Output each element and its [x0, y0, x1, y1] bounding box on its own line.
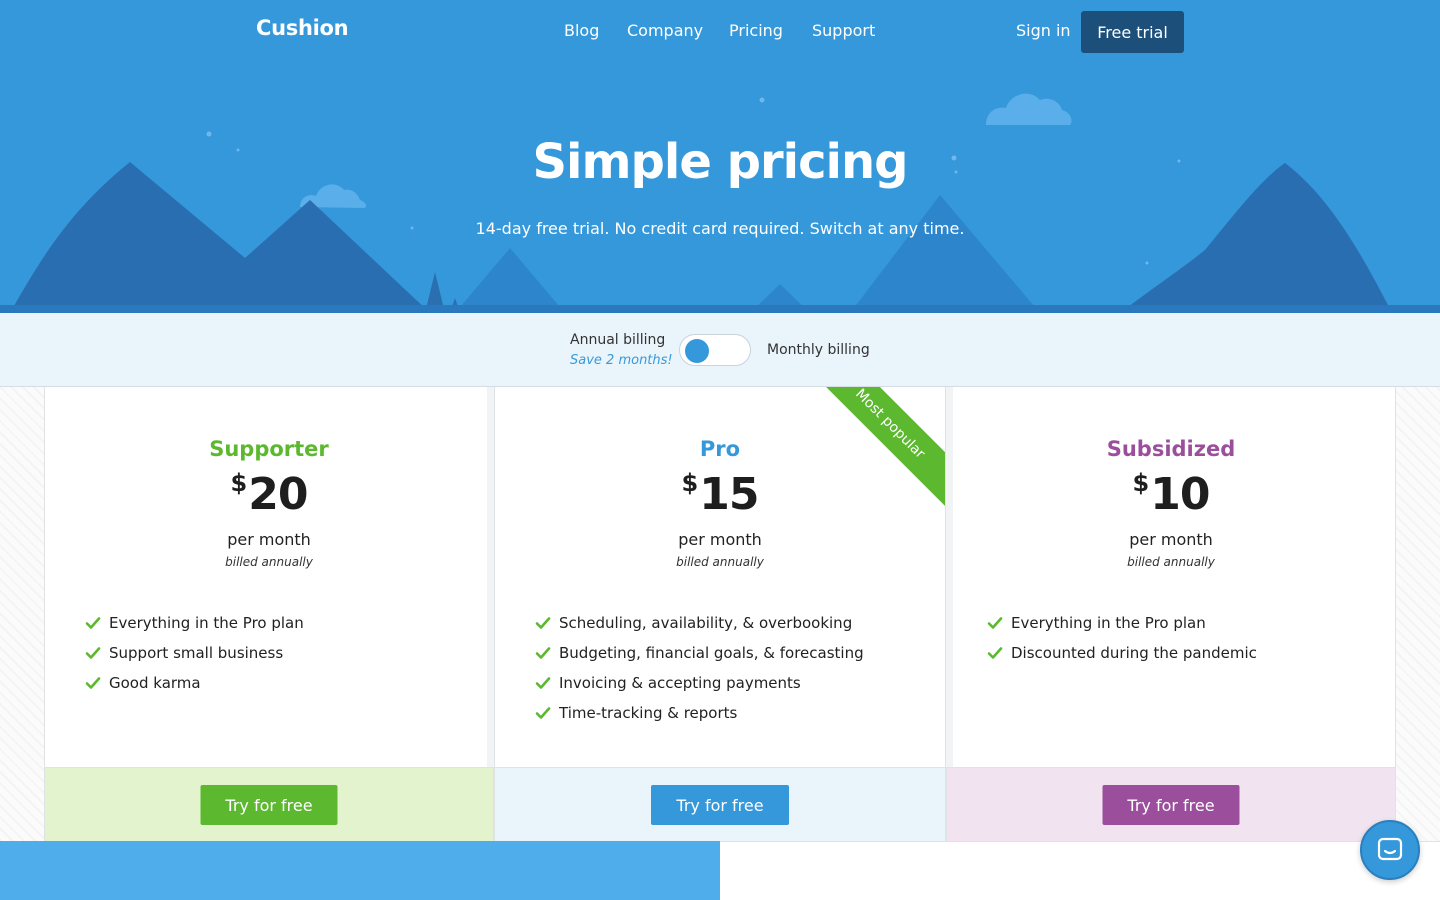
monthly-billing-label[interactable]: Monthly billing: [767, 342, 870, 358]
feature-text: Invoicing & accepting payments: [559, 674, 801, 692]
feature-item: Invoicing & accepting payments: [535, 671, 864, 701]
page-subtitle: 14-day free trial. No credit card requir…: [475, 219, 965, 238]
card-divider: [487, 387, 494, 767]
nav-pricing[interactable]: Pricing: [729, 21, 783, 40]
toggle-knob[interactable]: [685, 339, 709, 363]
feature-list: Scheduling, availability, & overbooking …: [535, 611, 864, 731]
check-icon: [987, 647, 1003, 659]
try-for-free-button-subsidized[interactable]: Try for free: [1102, 785, 1240, 825]
nav-support[interactable]: Support: [812, 21, 875, 40]
check-icon: [85, 617, 101, 629]
check-icon: [535, 677, 551, 689]
hero-section: Cushion Blog Company Pricing Support Sig…: [0, 0, 1440, 313]
card-footer: Try for free: [45, 767, 493, 841]
feature-item: Support small business: [85, 641, 304, 671]
feature-item: Everything in the Pro plan: [85, 611, 304, 641]
feature-text: Budgeting, financial goals, & forecastin…: [559, 644, 864, 662]
feature-item: Discounted during the pandemic: [987, 641, 1257, 671]
plan-card-pro: Most popular Pro $15 per month billed an…: [494, 387, 946, 841]
feature-text: Everything in the Pro plan: [1011, 614, 1206, 632]
plan-price: $10: [947, 469, 1395, 520]
plan-name: Subsidized: [1106, 437, 1236, 461]
card-footer: Try for free: [947, 767, 1395, 841]
price-amount: 20: [248, 469, 308, 520]
feature-text: Scheduling, availability, & overbooking: [559, 614, 853, 632]
page-title: Simple pricing: [532, 134, 908, 190]
feature-text: Time-tracking & reports: [559, 704, 738, 722]
try-for-free-button-supporter[interactable]: Try for free: [200, 785, 338, 825]
feature-item: Budgeting, financial goals, & forecastin…: [535, 641, 864, 671]
plan-price: $15: [495, 469, 945, 520]
card-divider: [946, 387, 953, 767]
feature-item: Time-tracking & reports: [535, 701, 864, 731]
check-icon: [535, 617, 551, 629]
free-trial-button[interactable]: Free trial: [1081, 11, 1184, 53]
check-icon: [535, 707, 551, 719]
bottom-section-white: [720, 841, 1440, 900]
check-icon: [535, 647, 551, 659]
feature-text: Discounted during the pandemic: [1011, 644, 1257, 662]
plan-card-supporter: Supporter $20 per month billed annually …: [44, 387, 494, 841]
billing-note: billed annually: [676, 555, 764, 569]
feature-text: Support small business: [109, 644, 284, 662]
nav-blog[interactable]: Blog: [564, 21, 599, 40]
main-nav: Blog Company Pricing Support: [0, 21, 1440, 45]
chat-launcher-button[interactable]: [1360, 820, 1420, 880]
bottom-section-blue: [0, 841, 720, 900]
feature-text: Everything in the Pro plan: [109, 614, 304, 632]
nav-company[interactable]: Company: [627, 21, 703, 40]
currency-symbol: $: [1132, 469, 1150, 497]
price-amount: 10: [1150, 469, 1210, 520]
feature-item: Everything in the Pro plan: [987, 611, 1257, 641]
chat-icon: [1377, 837, 1403, 861]
currency-symbol: $: [230, 469, 248, 497]
sign-in-link[interactable]: Sign in: [1016, 21, 1071, 40]
billing-note: billed annually: [1127, 555, 1215, 569]
currency-symbol: $: [681, 469, 699, 497]
check-icon: [85, 677, 101, 689]
price-period: per month: [678, 530, 762, 549]
feature-list: Everything in the Pro plan Discounted du…: [987, 611, 1257, 671]
check-icon: [987, 617, 1003, 629]
feature-item: Good karma: [85, 671, 304, 701]
plan-name: Pro: [699, 437, 741, 461]
feature-item: Scheduling, availability, & overbooking: [535, 611, 864, 641]
plan-price: $20: [45, 469, 493, 520]
try-for-free-button-pro[interactable]: Try for free: [651, 785, 789, 825]
plan-name: Supporter: [209, 437, 329, 461]
billing-toggle-bar: Annual billing Save 2 months! Monthly bi…: [0, 313, 1440, 387]
price-amount: 15: [699, 469, 759, 520]
plan-card-subsidized: Subsidized $10 per month billed annually…: [946, 387, 1396, 841]
price-period: per month: [1129, 530, 1213, 549]
feature-text: Good karma: [109, 674, 201, 692]
billing-toggle[interactable]: [679, 334, 751, 366]
check-icon: [85, 647, 101, 659]
feature-list: Everything in the Pro plan Support small…: [85, 611, 304, 701]
card-footer: Try for free: [495, 767, 945, 841]
billing-note: billed annually: [225, 555, 313, 569]
annual-billing-label[interactable]: Annual billing: [570, 332, 665, 348]
price-period: per month: [227, 530, 311, 549]
save-note: Save 2 months!: [570, 353, 673, 368]
